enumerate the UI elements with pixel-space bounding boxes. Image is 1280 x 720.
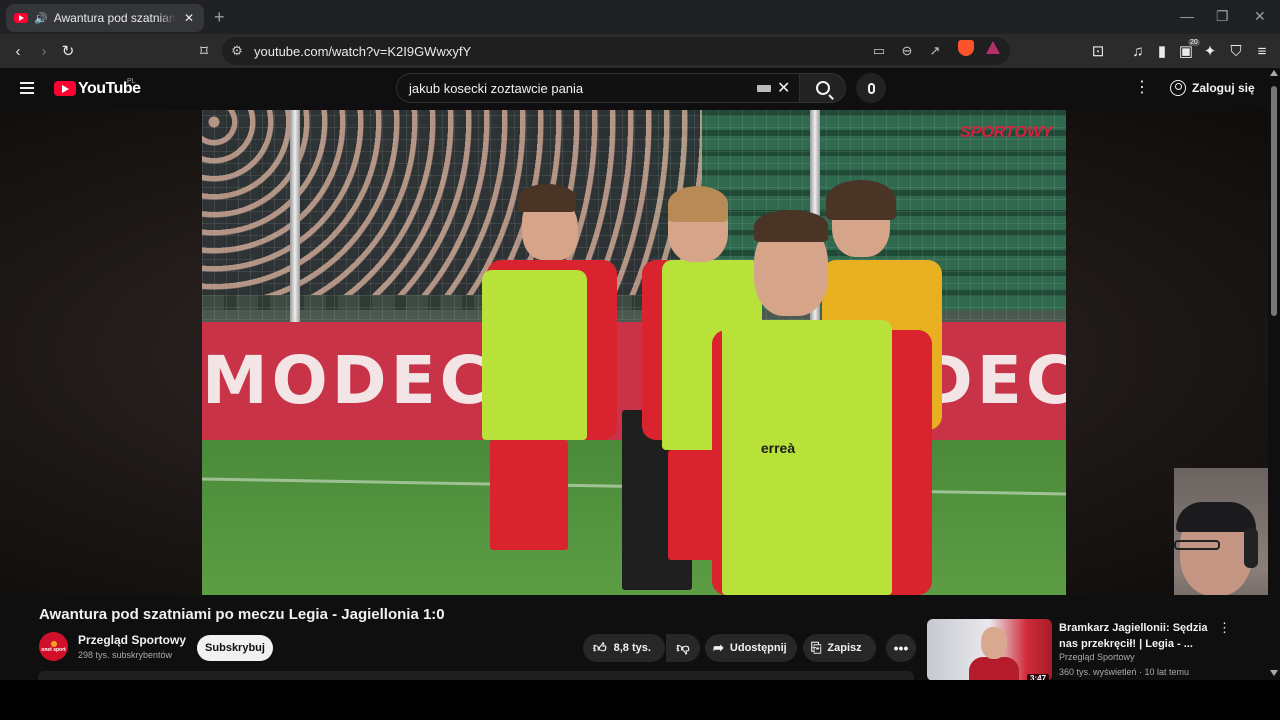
- bookmark-add-icon: ⎘: [811, 640, 822, 655]
- microphone-icon: [867, 82, 875, 94]
- zoom-icon[interactable]: ⊖: [898, 42, 916, 60]
- recommended-video-channel[interactable]: Przegląd Sportowy: [1059, 652, 1135, 662]
- subscribe-button[interactable]: Subskrybuj: [197, 635, 273, 661]
- clear-search-icon[interactable]: ✕: [777, 78, 790, 98]
- channel-name[interactable]: Przegląd Sportowy: [78, 633, 186, 647]
- more-actions-button[interactable]: •••: [886, 634, 916, 662]
- voice-search-button[interactable]: [856, 73, 886, 103]
- recommended-video-menu-icon[interactable]: ⋮: [1218, 620, 1231, 636]
- dislike-button[interactable]: 👎︎: [666, 634, 700, 662]
- video-player[interactable]: MODEC DEC SPORTOWY erreà: [0, 110, 1280, 636]
- share-icon: ➦: [713, 640, 724, 655]
- save-label: Zapisz: [827, 642, 862, 654]
- thumbnail-shirt: [969, 657, 1019, 681]
- close-tab-icon[interactable]: ✕: [182, 11, 196, 25]
- extensions-icon[interactable]: ⊡: [1088, 41, 1108, 61]
- avatar-text: onet sport: [41, 646, 66, 653]
- keyboard-icon[interactable]: [757, 85, 771, 92]
- search-input[interactable]: jakub kosecki zoztawcie pania ✕: [396, 73, 800, 103]
- browser-tab-strip: 🔊 Awantura pod szatniami po meczu Legia …: [0, 0, 1280, 34]
- description-box[interactable]: [38, 671, 914, 680]
- page-scrollbar[interactable]: [1268, 68, 1280, 680]
- channel-avatar[interactable]: onet sport: [39, 632, 68, 661]
- scroll-down-icon[interactable]: [1270, 670, 1278, 676]
- share-label: Udostępnij: [729, 642, 787, 654]
- webcam-cap: [1176, 502, 1256, 532]
- channel-watermark: SPORTOWY: [960, 124, 1053, 141]
- webcam-headset: [1244, 528, 1258, 568]
- vpn-icon[interactable]: ⛉: [1226, 41, 1246, 61]
- save-button[interactable]: ⎘ Zapisz: [803, 634, 876, 662]
- player-hair: [668, 186, 728, 222]
- player-shorts: [490, 440, 568, 550]
- browser-tab[interactable]: 🔊 Awantura pod szatniami po meczu Legia …: [6, 4, 204, 32]
- search-button[interactable]: [800, 73, 846, 103]
- bookmark-icon[interactable]: ⌑: [194, 41, 214, 61]
- like-count: 8,8 tys.: [613, 642, 651, 654]
- training-bib: [482, 270, 587, 440]
- search-icon: [815, 81, 830, 95]
- new-tab-icon[interactable]: +: [214, 7, 225, 28]
- thumbnail-face: [981, 627, 1007, 659]
- menu-icon[interactable]: ≡: [1252, 41, 1272, 61]
- youtube-logo-icon[interactable]: [54, 81, 76, 96]
- browser-toolbar: ‹ › ↻ ⌑ ⚙ youtube.com/watch?v=K2I9GWwxyf…: [0, 34, 1280, 68]
- sign-in-button[interactable]: Zaloguj się: [1164, 74, 1261, 102]
- youtube-favicon-icon: [14, 13, 28, 23]
- rewards-icon[interactable]: [986, 41, 1000, 54]
- recommended-video-thumbnail[interactable]: [927, 619, 1052, 681]
- player-hair: [754, 210, 828, 242]
- bib-brand: erreà: [760, 440, 796, 456]
- thumbs-down-icon: 👎︎: [676, 640, 690, 655]
- sign-in-label: Zaloguj się: [1192, 81, 1255, 95]
- webcam-glasses: [1174, 540, 1220, 550]
- video-title: Awantura pod szatniami po meczu Legia - …: [39, 606, 445, 623]
- scroll-thumb[interactable]: [1271, 86, 1277, 316]
- url-text[interactable]: youtube.com/watch?v=K2I9GWwxyfY: [254, 44, 471, 59]
- os-taskbar: [0, 680, 1280, 720]
- minimize-icon[interactable]: —: [1180, 8, 1194, 24]
- close-window-icon[interactable]: ✕: [1254, 8, 1266, 25]
- player-hair: [518, 184, 576, 212]
- sidebar-icon[interactable]: ▮: [1152, 41, 1172, 61]
- speaker-icon[interactable]: 🔊: [34, 12, 48, 25]
- wallet-icon[interactable]: ▣: [1176, 41, 1196, 61]
- video-frame[interactable]: MODEC DEC SPORTOWY erreà: [202, 110, 1066, 595]
- settings-more-icon[interactable]: ⋮: [1134, 80, 1150, 96]
- more-icon: •••: [893, 640, 909, 656]
- leo-ai-icon[interactable]: ✦: [1200, 41, 1220, 61]
- recommended-video-title[interactable]: Bramkarz Jagiellonii: Sędzia nas przekrę…: [1059, 620, 1209, 652]
- youtube-header: YouTube PL jakub kosecki zoztawcie pania…: [0, 68, 1280, 110]
- share-button[interactable]: ➦ Udostępnij: [705, 634, 797, 662]
- thumbs-up-icon: 👍︎: [593, 640, 607, 655]
- reload-icon[interactable]: ↻: [58, 41, 78, 61]
- share-page-icon[interactable]: ↗: [926, 42, 944, 60]
- player-hair: [826, 180, 896, 220]
- account-icon: [1170, 80, 1186, 96]
- advertising-text-left: MODEC: [202, 342, 493, 419]
- country-code: PL: [127, 78, 136, 85]
- search-query[interactable]: jakub kosecki zoztawcie pania: [409, 81, 583, 96]
- hamburger-menu-icon[interactable]: [20, 82, 34, 94]
- video-details: Awantura pod szatniami po meczu Legia - …: [0, 595, 1280, 683]
- brave-shields-icon[interactable]: [958, 40, 974, 56]
- like-button[interactable]: 👍︎ 8,8 tys.: [583, 634, 665, 662]
- forward-icon[interactable]: ›: [34, 41, 54, 61]
- back-icon[interactable]: ‹: [8, 41, 28, 61]
- media-icon[interactable]: ♫: [1128, 41, 1148, 61]
- site-info-icon[interactable]: ⚙: [228, 42, 246, 60]
- subscriber-count: 298 tys. subskrybentów: [78, 650, 173, 660]
- cast-icon[interactable]: ▭: [870, 42, 888, 60]
- tab-title: Awantura pod szatniami po meczu Legia - …: [53, 11, 176, 25]
- restore-icon[interactable]: ❐: [1216, 8, 1229, 25]
- recommended-video-meta: 360 tys. wyświetleń · 10 lat temu: [1059, 667, 1190, 677]
- address-bar[interactable]: ⚙ youtube.com/watch?v=K2I9GWwxyfY ▭ ⊖ ↗ …: [222, 37, 1200, 65]
- scroll-up-icon[interactable]: [1270, 70, 1278, 76]
